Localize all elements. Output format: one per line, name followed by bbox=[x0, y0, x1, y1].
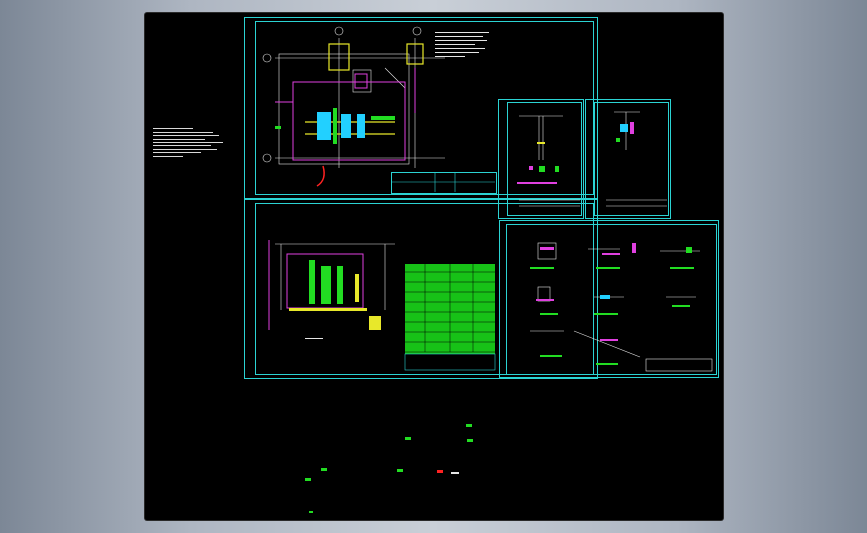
sheet-connection-details[interactable] bbox=[499, 220, 719, 378]
sheet-detail-a[interactable] bbox=[498, 99, 584, 219]
note-block bbox=[153, 126, 225, 159]
detail-b-drawing bbox=[606, 111, 667, 207]
sheet-detail-b[interactable] bbox=[585, 99, 671, 219]
connection-details-drawing bbox=[530, 242, 713, 372]
detail-a-drawing bbox=[517, 115, 580, 207]
drawing-viewport[interactable] bbox=[145, 13, 723, 520]
